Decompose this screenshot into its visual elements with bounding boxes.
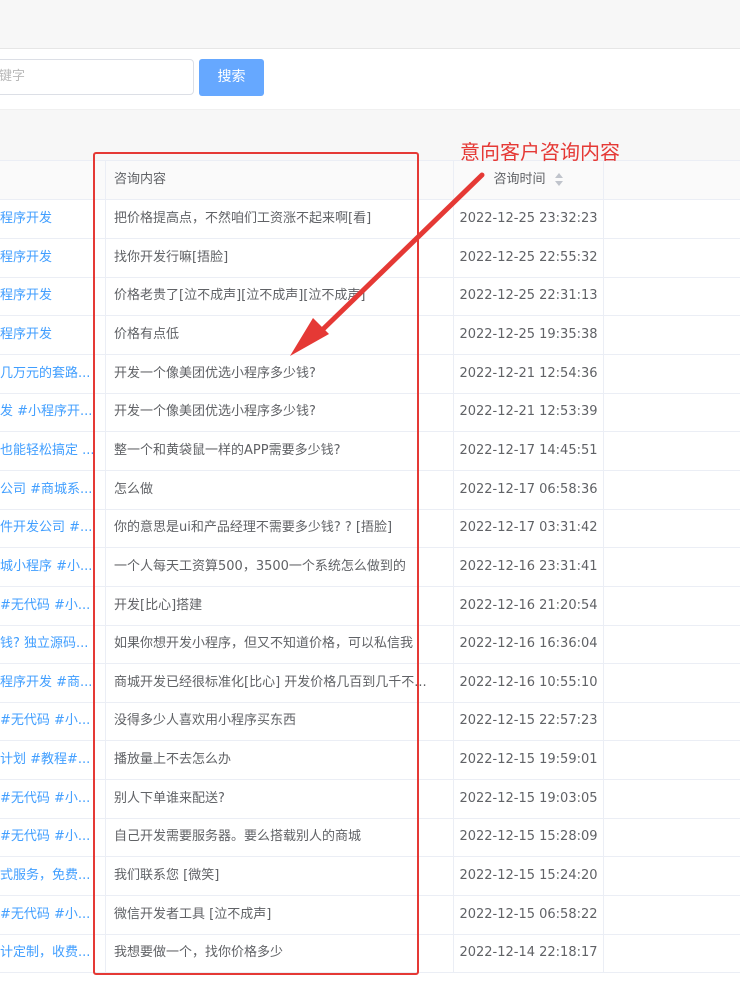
annotation-arrow-icon	[290, 172, 485, 356]
